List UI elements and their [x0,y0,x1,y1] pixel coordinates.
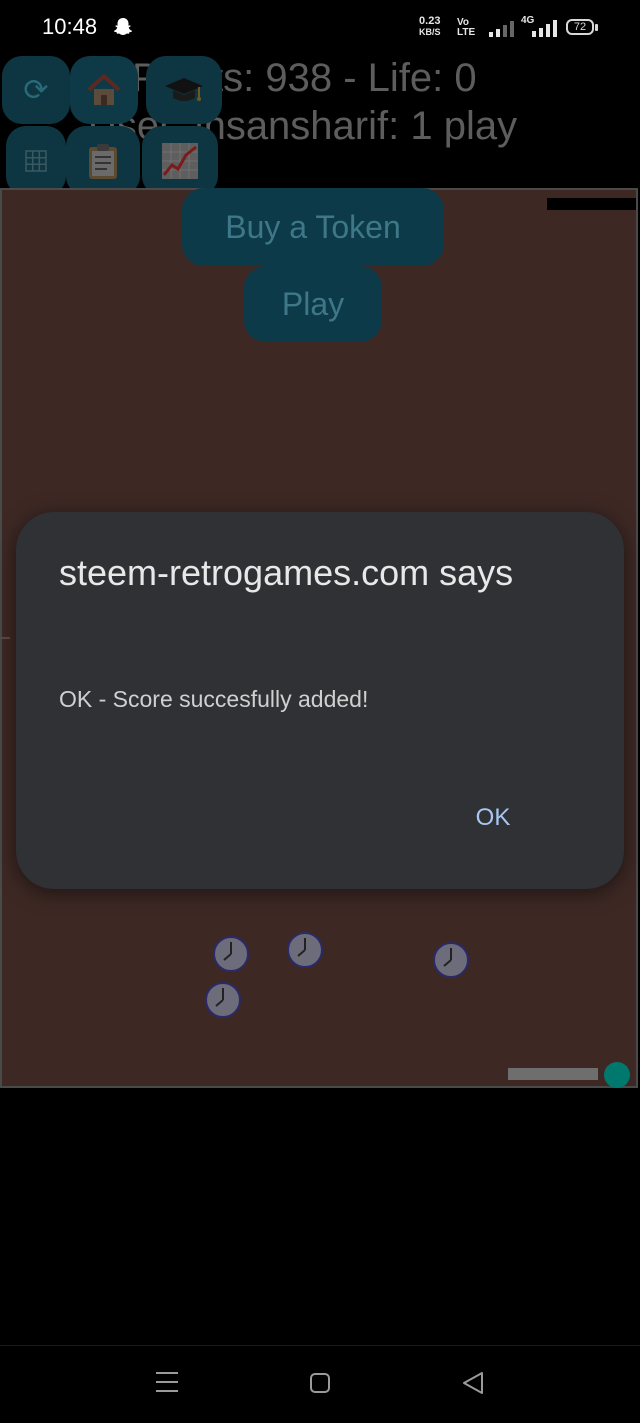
clipboard-icon [89,144,117,179]
home-icon [87,73,121,105]
volte-bottom: LTE [457,27,476,38]
refresh-button[interactable]: ⟳ [2,56,70,124]
battery-tip [595,24,598,31]
grid-button[interactable] [6,126,66,196]
dialog-message: OK - Score succesfully added! [59,686,369,712]
dialog-title: steem-retrogames.com says [59,552,514,593]
clipboard-button[interactable] [66,126,140,196]
grid-icon [25,150,47,172]
signal-4g-icon [531,18,557,43]
graduation-cap-icon [165,78,203,101]
learn-button[interactable] [146,56,222,124]
network-speed: 0.23 KB/S [419,16,441,38]
menu-icon[interactable] [155,1371,179,1393]
back-icon[interactable] [461,1371,485,1395]
player-ball [604,1062,630,1088]
home-button[interactable] [70,56,138,124]
clock-icon [213,936,249,972]
side-tick [0,637,10,639]
network-speed-unit: KB/S [419,27,441,37]
volte-indicator: Vo LTE [457,18,475,38]
snapchat-icon [112,16,134,43]
player-paddle [508,1068,598,1080]
chart-icon [162,143,198,179]
clock-icon [287,932,323,968]
clock-icon [205,982,241,1018]
home-square-icon[interactable] [309,1372,331,1394]
play-button[interactable]: Play [244,266,382,342]
ok-button[interactable]: OK [462,800,524,836]
battery-icon: 72 [566,19,594,35]
score-marker [547,198,636,210]
signal-icon [488,20,514,43]
clock-icon [433,942,469,978]
buy-token-button[interactable]: Buy a Token [182,188,444,266]
refresh-icon: ⟳ [23,73,49,107]
network-speed-value: 0.23 [419,15,441,27]
status-time: 10:48 [42,14,98,39]
chart-button[interactable] [142,126,218,196]
